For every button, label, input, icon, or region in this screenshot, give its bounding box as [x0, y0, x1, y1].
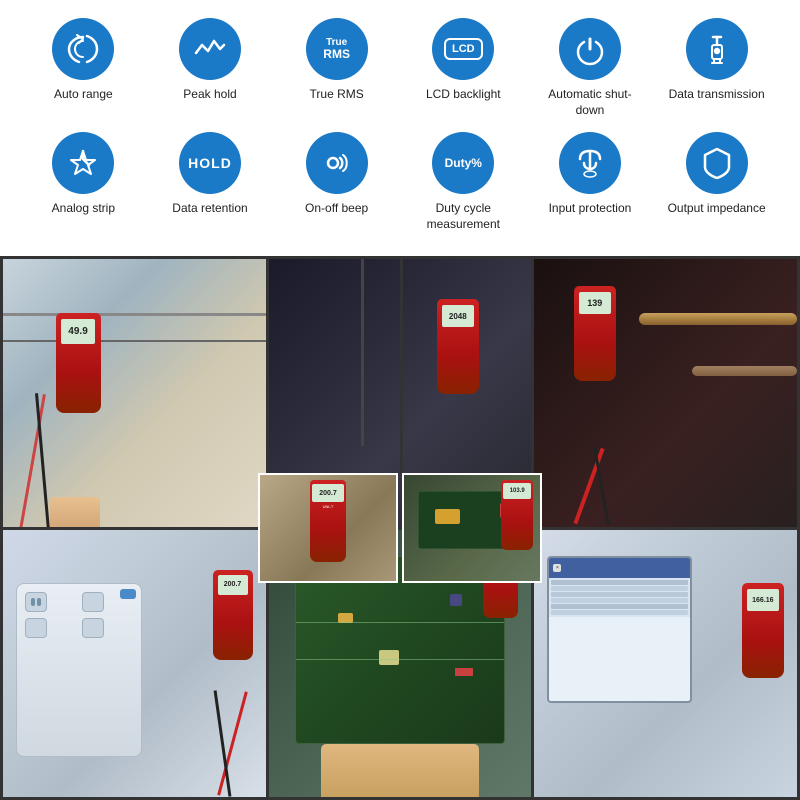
data-transmission-label: Data transmission [669, 87, 765, 103]
photo-6: × 166.16 [534, 530, 797, 797]
feature-data-transmission: Data transmission [662, 18, 772, 103]
feature-auto-range: Auto range [28, 18, 138, 103]
feature-true-rms: True RMS True RMS [282, 18, 392, 103]
peak-hold-icon [179, 18, 241, 80]
feature-analog-strip: Analog strip [28, 132, 138, 217]
main-container: Auto range Peak hold True RMS True RM [0, 0, 800, 800]
features-row-2: Analog strip HOLD Data retention On-off … [20, 132, 780, 232]
photo-1: 49.9 [3, 259, 266, 526]
on-off-beep-label: On-off beep [305, 201, 368, 217]
features-row-1: Auto range Peak hold True RMS True RM [20, 18, 780, 118]
feature-output-impedance: Output impedance [662, 132, 772, 217]
auto-shutdown-label: Automatic shut-down [535, 87, 645, 118]
duty-cycle-icon: Duty% [432, 132, 494, 194]
feature-on-off-beep: On-off beep [282, 132, 392, 217]
input-protection-label: Input protection [549, 201, 632, 217]
lcd-backlight-icon: LCD [432, 18, 494, 80]
features-section: Auto range Peak hold True RMS True RM [0, 0, 800, 256]
overlay-photo-left: 200.7 UNI-T [258, 473, 398, 583]
photo-4: 200.7 [3, 530, 266, 797]
feature-input-protection: Input protection [535, 132, 645, 217]
data-transmission-icon [686, 18, 748, 80]
true-rms-icon: True RMS [306, 18, 368, 80]
duty-cycle-label: Duty cycle measurement [408, 201, 518, 232]
analog-strip-icon [52, 132, 114, 194]
feature-peak-hold: Peak hold [155, 18, 265, 103]
peak-hold-label: Peak hold [183, 87, 236, 103]
analog-strip-label: Analog strip [52, 201, 115, 217]
true-rms-label: True RMS [310, 87, 364, 103]
output-impedance-label: Output impedance [668, 201, 766, 217]
data-retention-icon: HOLD [179, 132, 241, 194]
auto-range-label: Auto range [54, 87, 113, 103]
overlay-photo-right: 103.9 [402, 473, 542, 583]
auto-range-icon [52, 18, 114, 80]
data-retention-label: Data retention [172, 201, 247, 217]
input-protection-icon [559, 132, 621, 194]
lcd-backlight-label: LCD backlight [426, 87, 501, 103]
feature-lcd-backlight: LCD LCD backlight [408, 18, 518, 103]
feature-duty-cycle: Duty% Duty cycle measurement [408, 132, 518, 232]
overlay-photos: 200.7 UNI-T 103.9 [258, 473, 542, 583]
auto-shutdown-icon [559, 18, 621, 80]
photo-3: 139 [534, 259, 797, 526]
output-impedance-icon [686, 132, 748, 194]
on-off-beep-icon [306, 132, 368, 194]
feature-auto-shutdown: Automatic shut-down [535, 18, 645, 118]
photos-grid: 49.9 2048 [0, 256, 800, 800]
feature-data-retention: HOLD Data retention [155, 132, 265, 217]
